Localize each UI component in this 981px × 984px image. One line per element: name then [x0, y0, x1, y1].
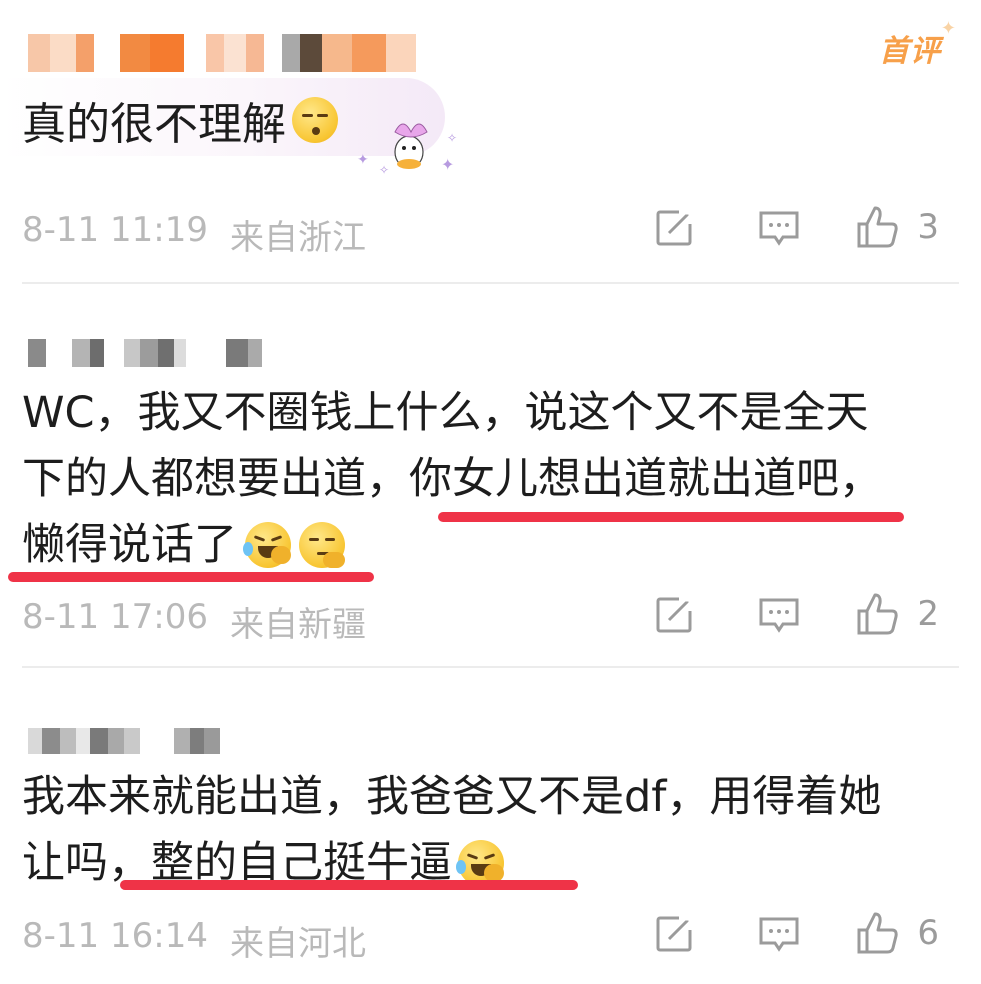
comment-icon[interactable]: [757, 205, 801, 249]
comment-time: 8-11 16:14: [22, 916, 208, 956]
comment-meta: 8-11 17:06 来自新疆: [22, 597, 366, 646]
comment-1: 首评 ✦ 真的很不理解 ✦ ✧ ✦ ✧ 8-11 11:19 来自浙江 3: [0, 0, 981, 270]
comment-meta: 8-11 16:14 来自河北: [22, 916, 366, 965]
like-button[interactable]: 6: [855, 910, 939, 956]
thinking-face-emoji: [299, 522, 345, 568]
highlight-underline: [120, 880, 578, 890]
highlight-underline: [8, 572, 374, 582]
repost-icon[interactable]: [653, 592, 697, 636]
comment-meta: 8-11 11:19 来自浙江: [22, 210, 366, 259]
highlight-underline: [438, 512, 904, 522]
comment-text-content: 真的很不理解: [22, 99, 286, 150]
comment-location: 来自新疆: [229, 605, 366, 645]
comment-text: 真的很不理解: [22, 88, 338, 152]
thumbs-up-icon: [857, 912, 899, 954]
username-blurred[interactable]: [28, 720, 220, 762]
sparkle-icon: ✦: [940, 18, 957, 39]
comment-line: 下的人都想要出道，你女儿想出道就出道吧，: [22, 446, 922, 512]
svg-text:✧: ✧: [447, 131, 457, 145]
username-blurred[interactable]: [28, 32, 416, 74]
repost-icon[interactable]: [653, 205, 697, 249]
repost-icon[interactable]: [653, 911, 697, 955]
svg-text:✧: ✧: [379, 163, 389, 177]
first-comment-badge: 首评 ✦: [879, 18, 956, 70]
comment-icon[interactable]: [757, 911, 801, 955]
comment-text: WC，我又不圈钱上什么，说这个又不是全天 下的人都想要出道，你女儿想出道就出道吧…: [22, 380, 922, 578]
like-count: 6: [917, 913, 939, 953]
svg-text:✦: ✦: [441, 155, 454, 174]
like-button[interactable]: 3: [855, 204, 939, 250]
thumbs-up-icon: [857, 206, 899, 248]
comment-actions: 2: [653, 591, 939, 637]
highlighted-text: 你女儿想出道就出道吧，: [409, 454, 882, 504]
thumbs-up-icon: [857, 593, 899, 635]
comment-location: 来自浙江: [229, 218, 366, 258]
comment-3: 我本来就能出道，我爸爸又不是df，用得着她 让吗， 整的自己挺牛逼 8-11 1…: [0, 668, 981, 984]
like-button[interactable]: 2: [855, 591, 939, 637]
comment-line: 我本来就能出道，我爸爸又不是df，用得着她: [22, 772, 882, 822]
comment-actions: 3: [653, 204, 939, 250]
crying-laughing-emoji: [243, 522, 291, 568]
comment-actions: 6: [653, 910, 939, 956]
daisy-duck-decoration-icon: ✦ ✧ ✦ ✧: [357, 123, 457, 177]
like-count: 2: [917, 594, 939, 634]
badge-label: 首评: [879, 34, 941, 69]
comment-icon[interactable]: [757, 592, 801, 636]
comment-line: WC，我又不圈钱上什么，说这个又不是全天: [22, 388, 869, 438]
comment-time: 8-11 11:19: [22, 210, 208, 250]
like-count: 3: [917, 207, 939, 247]
comment-text: 我本来就能出道，我爸爸又不是df，用得着她 让吗， 整的自己挺牛逼: [22, 764, 922, 896]
username-blurred[interactable]: [28, 332, 262, 374]
comment-location: 来自河北: [229, 924, 366, 964]
comment-2: WC，我又不圈钱上什么，说这个又不是全天 下的人都想要出道，你女儿想出道就出道吧…: [0, 284, 981, 664]
comment-line-plain: 下的人都想要出道，: [22, 454, 409, 504]
highlighted-text: 懒得说话了: [22, 520, 237, 570]
svg-text:✦: ✦: [357, 152, 369, 168]
comment-time: 8-11 17:06: [22, 597, 208, 637]
sleepy-face-emoji: [292, 97, 338, 143]
